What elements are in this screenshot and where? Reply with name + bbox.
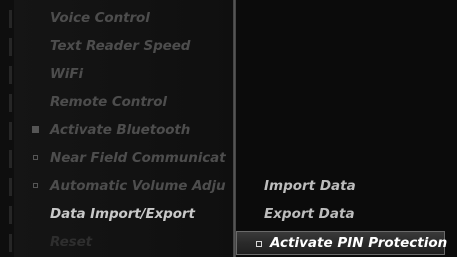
- menu-item-label: Reset: [50, 234, 93, 250]
- gutter-tick: [9, 206, 12, 224]
- menu-item-near-field-communication[interactable]: Near Field Communicat: [14, 144, 233, 172]
- scroll-gutter: [0, 0, 14, 257]
- submenu-item-label: Import Data: [264, 178, 356, 194]
- menu-item-label: Activate Bluetooth: [50, 122, 191, 138]
- menu-item-label: Automatic Volume Adju: [50, 178, 226, 194]
- menu-item-label: Text Reader Speed: [50, 38, 191, 54]
- menu-item-text-reader-speed[interactable]: Text Reader Speed: [14, 32, 233, 60]
- menu-item-remote-control[interactable]: Remote Control: [14, 88, 233, 116]
- submenu-item-import-data[interactable]: Import Data: [236, 173, 446, 199]
- submenu-item-label: Export Data: [264, 206, 355, 222]
- gutter-tick: [9, 66, 12, 84]
- menu-item-label: WiFi: [50, 66, 83, 82]
- menu-item-label: Near Field Communicat: [50, 150, 226, 166]
- menu-item-activate-bluetooth[interactable]: Activate Bluetooth: [14, 116, 233, 144]
- gutter-tick: [9, 178, 12, 196]
- unchecked-checkbox-icon: [256, 241, 262, 247]
- menu-item-label: Data Import/Export: [50, 206, 195, 222]
- menu-item-label: Voice Control: [50, 10, 150, 26]
- menu-item-wifi[interactable]: WiFi: [14, 60, 233, 88]
- submenu-item-label: Activate PIN Protection: [270, 235, 448, 251]
- gutter-tick: [9, 150, 12, 168]
- menu-item-automatic-volume-adjustment[interactable]: Automatic Volume Adju: [14, 172, 233, 200]
- menu-item-data-import-export[interactable]: Data Import/Export: [14, 200, 233, 228]
- settings-menu: Voice Control Text Reader Speed WiFi Rem…: [14, 0, 233, 257]
- menu-item-voice-control[interactable]: Voice Control: [14, 4, 233, 32]
- checked-checkbox-icon: [33, 127, 38, 132]
- settings-screen: Voice Control Text Reader Speed WiFi Rem…: [0, 0, 457, 257]
- gutter-tick: [9, 10, 12, 28]
- data-import-export-submenu: Import Data Export Data Activate PIN Pro…: [236, 0, 457, 257]
- unchecked-checkbox-icon: [33, 183, 38, 188]
- gutter-tick: [9, 38, 12, 56]
- submenu-item-export-data[interactable]: Export Data: [236, 201, 446, 227]
- gutter-tick: [9, 122, 12, 140]
- unchecked-checkbox-icon: [33, 155, 38, 160]
- gutter-tick: [9, 94, 12, 112]
- menu-item-label: Remote Control: [50, 94, 167, 110]
- menu-item-reset[interactable]: Reset: [14, 228, 233, 256]
- gutter-tick: [9, 234, 12, 252]
- submenu-item-activate-pin-protection[interactable]: Activate PIN Protection: [236, 231, 448, 255]
